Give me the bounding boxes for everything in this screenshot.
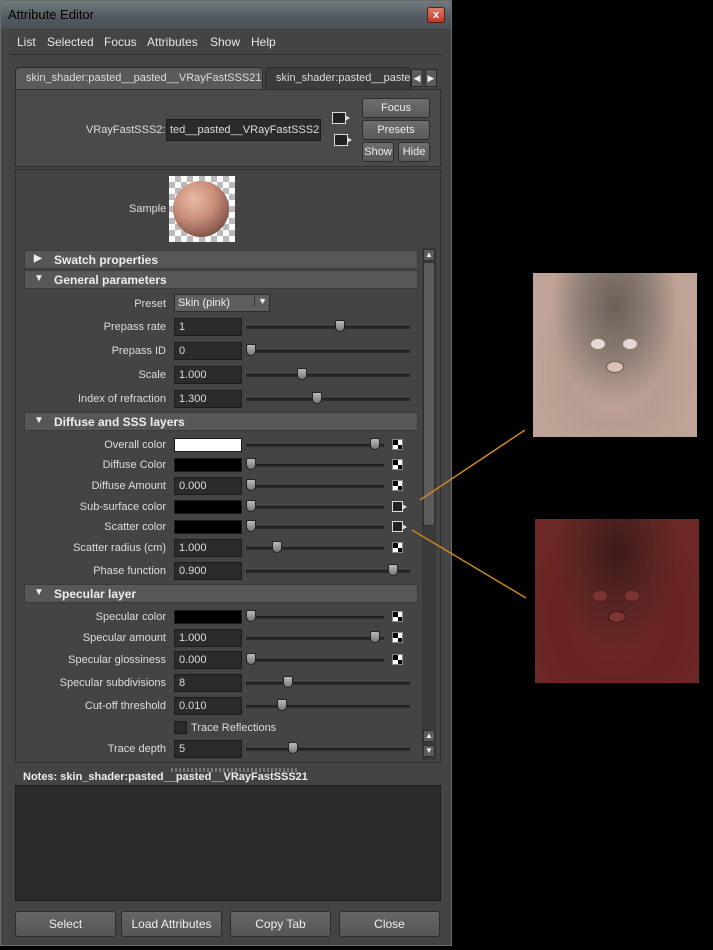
connector-subsurface <box>419 429 526 501</box>
connector-lines <box>411 429 527 599</box>
connector-scatter <box>411 529 527 599</box>
